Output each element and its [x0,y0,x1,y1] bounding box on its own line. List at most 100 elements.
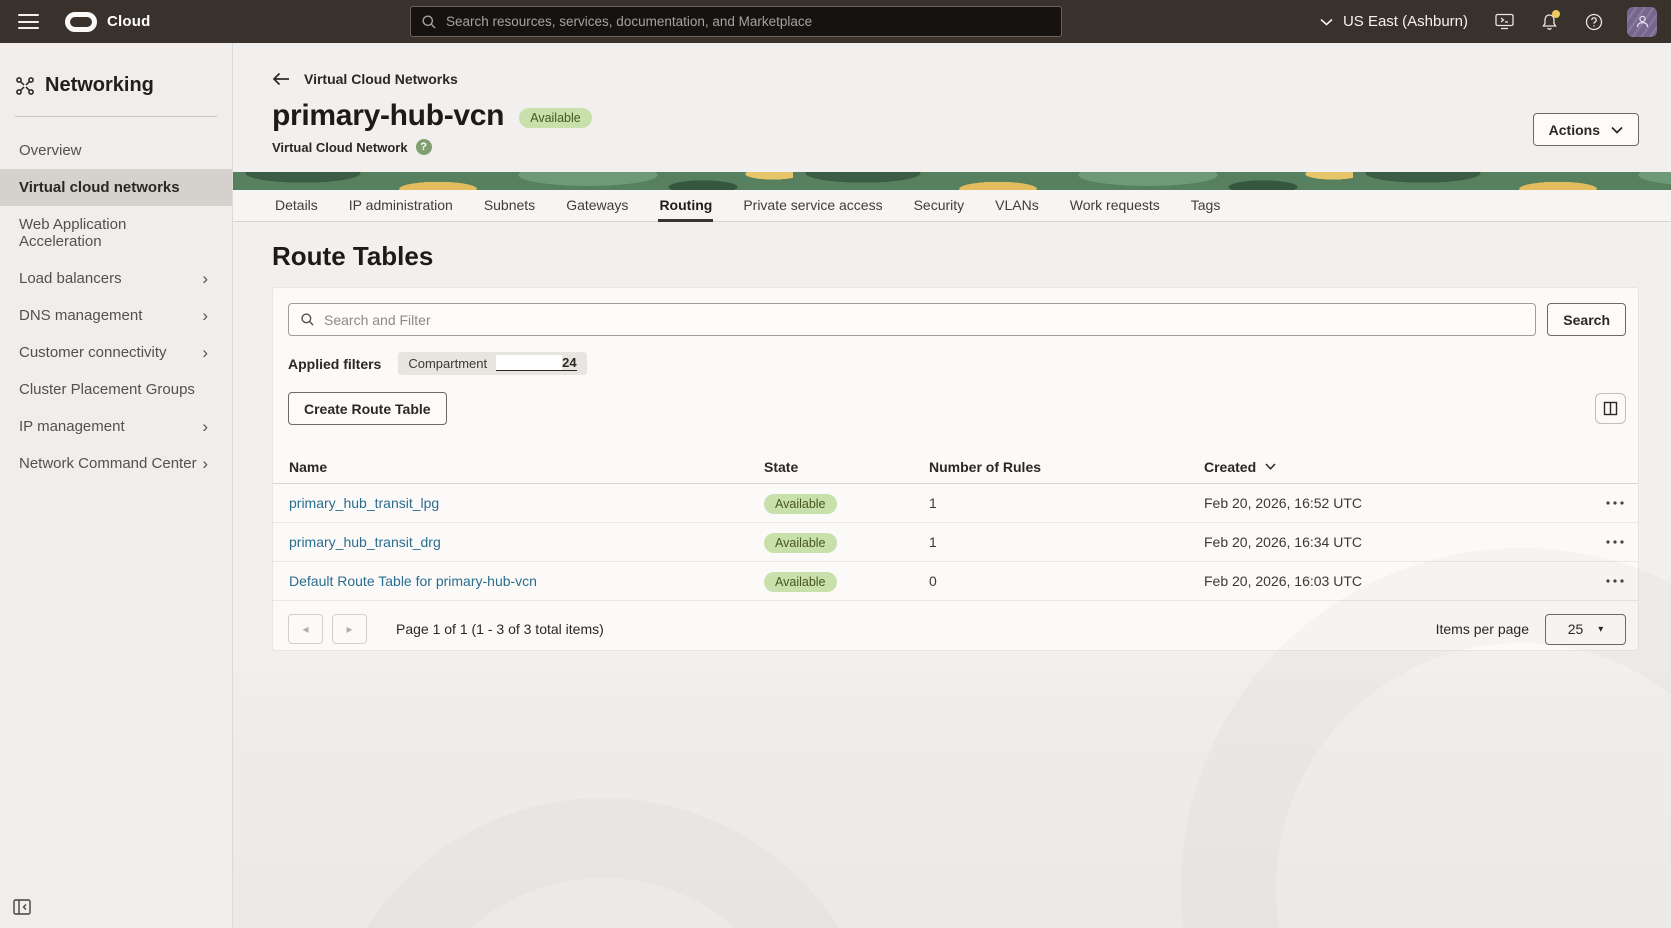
tab-work-requests[interactable]: Work requests [1069,190,1161,222]
notifications-bell-icon[interactable] [1541,13,1558,31]
global-search-input[interactable] [446,14,1051,29]
sidebar-divider [15,116,217,117]
breadcrumb-link[interactable]: Virtual Cloud Networks [304,71,458,87]
help-icon[interactable] [1585,13,1603,31]
route-table-link[interactable]: primary_hub_transit_lpg [289,495,439,511]
manage-columns-button[interactable] [1595,393,1626,424]
chevron-right-icon: › [202,418,208,435]
topbar: Cloud US East (Ashburn) [0,0,1671,43]
brand-label: Cloud [107,13,151,30]
cloud-shell-icon[interactable] [1495,13,1514,30]
help-circle-icon[interactable]: ? [416,139,432,155]
chevron-right-icon: › [202,344,208,361]
sidebar-item-load-balancers[interactable]: Load balancers › [0,260,232,297]
pagination: ◂ ▸ Page 1 of 1 (1 - 3 of 3 total items)… [273,601,1638,657]
sidebar-header: Networking [0,43,232,97]
sidebar-item-virtual-cloud-networks[interactable]: Virtual cloud networks [0,169,232,206]
menu-icon[interactable] [18,14,39,29]
search-row: Search [273,288,1638,336]
ellipsis-icon [1606,540,1624,544]
redacted-value [496,355,562,370]
items-per-page-select[interactable]: 25 ▾ [1545,614,1626,645]
tab-bar: Details IP administration Subnets Gatewa… [233,190,1671,222]
search-filter-field[interactable] [288,303,1536,336]
column-header-created[interactable]: Created [1204,459,1576,475]
oracle-logo-icon[interactable] [65,12,97,32]
column-header-number-of-rules[interactable]: Number of Rules [929,459,1204,475]
filter-chip-value: 24 [562,355,576,370]
tab-subnets[interactable]: Subnets [483,190,536,222]
breadcrumb: Virtual Cloud Networks [233,43,1671,87]
tab-ip-administration[interactable]: IP administration [348,190,454,222]
tab-routing[interactable]: Routing [658,190,713,222]
row-actions-button[interactable] [1602,497,1628,509]
topbar-right: US East (Ashburn) [1320,0,1657,43]
status-badge: Available [519,108,592,128]
tab-details[interactable]: Details [274,190,319,222]
applied-filters-label: Applied filters [288,356,381,372]
sidebar-item-web-application-acceleration[interactable]: Web Application Acceleration [0,206,232,260]
created-timestamp: Feb 20, 2026, 16:03 UTC [1204,573,1576,589]
global-search[interactable] [410,6,1062,37]
chevron-right-icon: › [202,455,208,472]
status-badge: Available [764,494,837,514]
column-header-state[interactable]: State [764,459,929,475]
row-actions-button[interactable] [1602,575,1628,587]
sidebar-item-ip-management[interactable]: IP management › [0,408,232,445]
filter-chip-name: Compartment [408,356,487,371]
tab-tags[interactable]: Tags [1190,190,1222,222]
search-filter-input[interactable] [324,312,1524,328]
items-per-page-value: 25 [1568,621,1584,637]
user-avatar[interactable] [1627,7,1657,37]
route-table-link[interactable]: Default Route Table for primary-hub-vcn [289,573,537,589]
route-table-link[interactable]: primary_hub_transit_drg [289,534,441,550]
next-page-button[interactable]: ▸ [332,614,367,644]
route-tables-table: Name State Number of Rules Created prima… [273,450,1638,601]
sidebar-item-cluster-placement-groups[interactable]: Cluster Placement Groups [0,371,232,408]
person-icon [1635,14,1650,29]
section-heading: Route Tables [272,241,1639,272]
sidebar-item-dns-management[interactable]: DNS management › [0,297,232,334]
sidebar-item-network-command-center[interactable]: Network Command Center › [0,445,232,482]
rules-count: 1 [929,534,1204,550]
tab-security[interactable]: Security [913,190,966,222]
table-toolbar: Create Route Table [273,392,1638,425]
decorative-band [233,672,1671,928]
chevron-right-icon: › [202,270,208,287]
tab-gateways[interactable]: Gateways [565,190,629,222]
collapse-sidebar-button[interactable] [9,895,35,919]
ellipsis-icon [1606,579,1624,583]
route-tables-section: Route Tables Search Applied filters Comp… [233,241,1671,651]
pagination-label: Page 1 of 1 (1 - 3 of 3 total items) [396,621,604,637]
main-content: Virtual Cloud Networks primary-hub-vcn A… [233,43,1671,928]
chevron-down-icon [1320,18,1333,26]
row-actions-button[interactable] [1602,536,1628,548]
applied-filters-row: Applied filters Compartment 24 [273,352,1638,375]
items-per-page-label: Items per page [1436,621,1529,637]
decorative-circle [323,798,883,928]
search-icon [421,14,437,30]
tab-private-service-access[interactable]: Private service access [742,190,883,222]
networking-icon [15,76,35,96]
search-icon [300,312,315,327]
table-row: primary_hub_transit_drg Available 1 Feb … [273,523,1638,562]
compartment-filter-chip[interactable]: Compartment 24 [398,352,586,375]
chevron-down-icon [1611,126,1623,134]
created-timestamp: Feb 20, 2026, 16:52 UTC [1204,495,1576,511]
search-button[interactable]: Search [1547,303,1626,336]
region-selector[interactable]: US East (Ashburn) [1320,13,1468,30]
previous-page-button[interactable]: ◂ [288,614,323,644]
rules-count: 0 [929,573,1204,589]
back-arrow-icon[interactable] [272,72,290,86]
table-row: primary_hub_transit_lpg Available 1 Feb … [273,484,1638,523]
resource-type-label: Virtual Cloud Network [272,140,408,155]
sidebar-item-customer-connectivity[interactable]: Customer connectivity › [0,334,232,371]
sidebar-item-overview[interactable]: Overview [0,132,232,169]
decorative-banner [233,172,1671,190]
sidebar-title: Networking [45,74,154,97]
status-badge: Available [764,572,837,592]
column-header-name[interactable]: Name [273,459,764,475]
tab-vlans[interactable]: VLANs [994,190,1040,222]
create-route-table-button[interactable]: Create Route Table [288,392,447,425]
actions-button[interactable]: Actions [1533,113,1639,146]
